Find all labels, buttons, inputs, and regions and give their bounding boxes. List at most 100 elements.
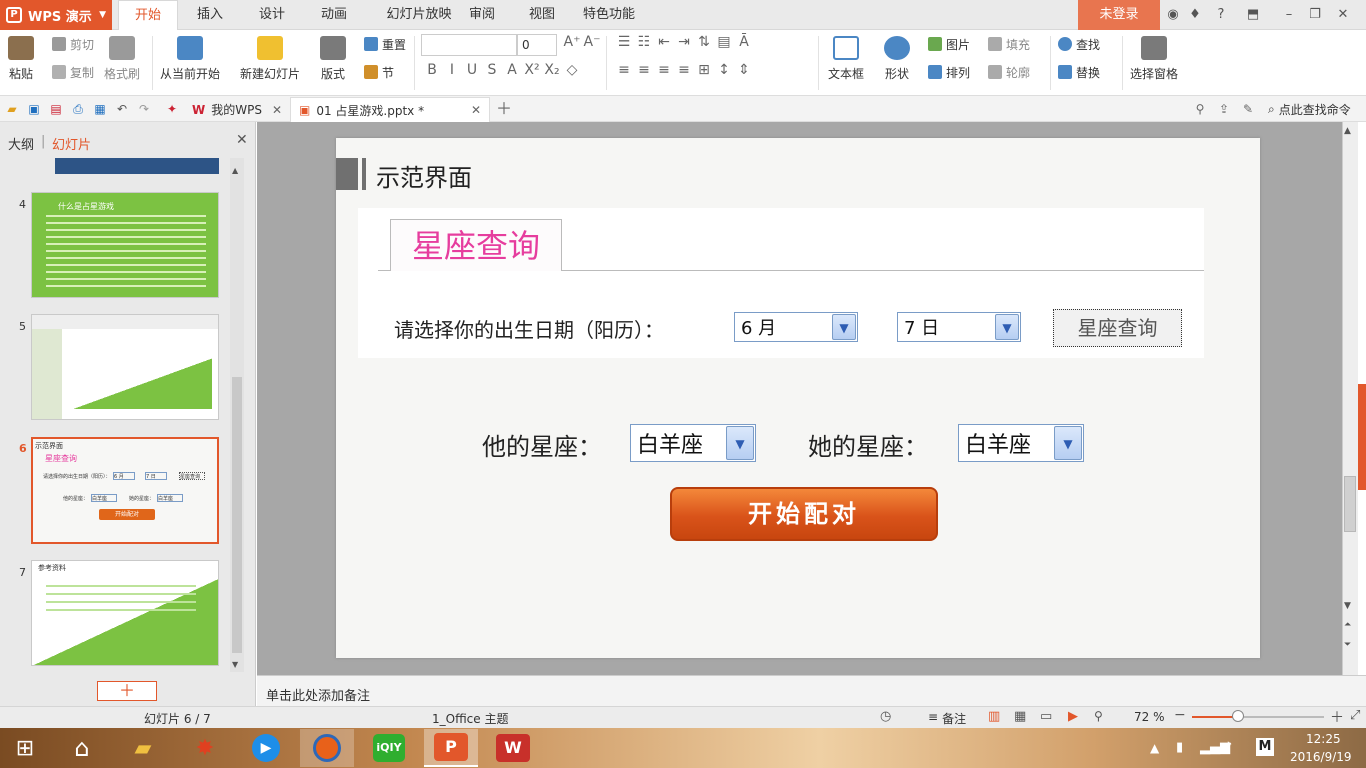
align-left-icon[interactable]: ≡ <box>614 62 634 78</box>
help-icon[interactable]: ? <box>1210 6 1232 24</box>
taskbar-wps[interactable]: W <box>486 729 540 767</box>
login-button[interactable]: 未登录 <box>1078 0 1160 30</box>
italic-icon[interactable]: I <box>442 62 462 78</box>
notes-area[interactable]: 单击此处添加备注 <box>257 675 1366 706</box>
align-center-icon[interactable]: ≡ <box>634 62 654 78</box>
normal-view-icon[interactable]: ▥ <box>988 709 1000 724</box>
align-right-icon[interactable]: ≡ <box>654 62 674 78</box>
columns-icon[interactable]: ▤ <box>714 34 734 50</box>
paste-button[interactable]: 粘贴 <box>8 36 34 82</box>
taskbar-explorer[interactable]: ▰ <box>116 729 170 767</box>
tray-device-icon[interactable]: ▮ <box>1176 740 1183 755</box>
open-folder-icon[interactable]: ▰ <box>4 101 20 117</box>
subscript-icon[interactable]: X₂ <box>542 62 562 78</box>
font-size-dropdown[interactable]: 0 <box>517 34 557 56</box>
print-icon[interactable]: ⎙ <box>70 101 86 117</box>
decrease-indent-icon[interactable]: ⇤ <box>654 34 674 50</box>
clear-format-icon[interactable]: ◇ <box>562 62 582 78</box>
bold-icon[interactable]: B <box>422 62 442 78</box>
volume-icon[interactable]: ♪ <box>1224 740 1232 755</box>
grow-font-icon[interactable]: A⁺ <box>562 34 582 50</box>
customize-icon[interactable]: ✦ <box>164 101 180 117</box>
document-tab[interactable]: ▣ 01 占星游戏.pptx * ✕ <box>290 97 490 122</box>
tab-slideshow[interactable]: 幻灯片放映 <box>372 0 466 30</box>
taskbar-iqiyi[interactable]: iQIY <box>362 729 416 767</box>
font-color-icon[interactable]: A <box>502 62 522 78</box>
zoom-level[interactable]: 72 % <box>1134 710 1165 724</box>
month-select[interactable]: 6 月 ▼ <box>734 312 858 342</box>
text-direction-icon[interactable]: ⇅ <box>694 34 714 50</box>
arrange-button[interactable]: 排列 <box>928 62 970 82</box>
close-icon[interactable]: ✕ <box>236 132 248 148</box>
slide-thumb-3-partial[interactable] <box>55 158 219 174</box>
taskbar-wps-presentation[interactable]: P <box>424 729 478 767</box>
add-slide-button[interactable]: ＋ <box>97 681 157 701</box>
selection-pane-button[interactable]: 选择窗格 <box>1130 36 1178 82</box>
new-tab-icon[interactable]: ＋ <box>496 101 512 117</box>
share-icon[interactable]: ⇪ <box>1216 101 1232 117</box>
numbered-list-icon[interactable]: ☷ <box>634 34 654 50</box>
fill-button[interactable]: 填充 <box>988 34 1030 54</box>
slideshow-icon[interactable]: ▶ <box>1068 709 1078 724</box>
shrink-font-icon[interactable]: A⁻ <box>582 34 602 50</box>
her-sign-select[interactable]: 白羊座 ▼ <box>958 424 1084 462</box>
justify-icon[interactable]: ≡ <box>674 62 694 78</box>
line-spacing-icon[interactable]: ↕ <box>714 62 734 78</box>
skin-icon[interactable]: ◉ <box>1164 6 1182 24</box>
tab-close-icon[interactable]: ✕ <box>272 103 282 117</box>
tab-design[interactable]: 设计 <box>248 0 296 30</box>
ime-indicator[interactable]: M <box>1256 738 1274 756</box>
reading-view-icon[interactable]: ▭ <box>1040 709 1052 724</box>
restore-icon[interactable]: ❐ <box>1306 6 1324 24</box>
slide-thumb-5[interactable] <box>31 314 219 420</box>
canvas-scrollbar[interactable] <box>1342 122 1358 675</box>
pointer-icon[interactable]: ⚲ <box>1094 709 1103 723</box>
canvas-scroll-thumb[interactable] <box>1344 476 1356 532</box>
panel-scroll-thumb[interactable] <box>232 377 242 653</box>
his-sign-select[interactable]: 白羊座 ▼ <box>630 424 756 462</box>
shirt-icon[interactable]: ♦ <box>1186 6 1204 24</box>
side-drawer-tab[interactable] <box>1358 384 1366 490</box>
distribute-icon[interactable]: ⊞ <box>694 62 714 78</box>
slide-6[interactable]: 示范界面 星座查询 请选择你的出生日期（阳历）： 6 月 ▼ 7 日 ▼ 星座查询 … <box>336 138 1260 658</box>
tab-features[interactable]: 特色功能 <box>578 0 640 30</box>
zoom-in-icon[interactable]: ＋ <box>1330 707 1344 727</box>
tab-close-icon[interactable]: ✕ <box>471 103 481 117</box>
zoom-out-icon[interactable]: − <box>1174 707 1186 723</box>
scroll-up-icon[interactable]: ▲ <box>1344 126 1351 136</box>
my-wps-tab[interactable]: W 我的WPS ✕ <box>184 97 290 122</box>
font-name-dropdown[interactable] <box>421 34 517 56</box>
fit-window-icon[interactable]: ⤢ <box>1350 708 1360 723</box>
taskbar-player[interactable]: ▶ <box>239 729 293 767</box>
slide-sorter-icon[interactable]: ▦ <box>1014 709 1026 724</box>
slide-thumb-4[interactable]: 什么是占星游戏 <box>31 192 219 298</box>
tab-view[interactable]: 视图 <box>518 0 566 30</box>
close-icon[interactable]: ✕ <box>1334 6 1352 24</box>
strike-icon[interactable]: S <box>482 62 502 78</box>
textbox-button[interactable]: 文本框 <box>828 36 864 82</box>
section-button[interactable]: 节 <box>364 62 394 82</box>
query-button[interactable]: 星座查询 <box>1053 309 1182 347</box>
zoom-slider-handle[interactable] <box>1232 710 1244 722</box>
cut-button[interactable]: 剪切 <box>52 34 94 54</box>
scroll-down-icon[interactable]: ▼ <box>232 660 238 669</box>
taskbar-app-paint[interactable]: ✸ <box>178 729 232 767</box>
panel-tab-outline[interactable]: 大纲 <box>8 134 34 153</box>
tab-insert[interactable]: 插入 <box>186 0 234 30</box>
comment-icon[interactable]: ✎ <box>1240 101 1256 117</box>
print-preview-icon[interactable]: ▦ <box>92 101 108 117</box>
clock-date[interactable]: 2016/9/19 <box>1290 750 1352 764</box>
zoom-slider[interactable] <box>1192 716 1324 718</box>
tray-chevron-icon[interactable]: ▲ <box>1150 741 1159 755</box>
replace-button[interactable]: 替换 <box>1058 62 1100 82</box>
reset-button[interactable]: 重置 <box>364 34 406 54</box>
format-painter-button[interactable]: 格式刷 <box>104 36 140 82</box>
para-spacing-icon[interactable]: ⇕ <box>734 62 754 78</box>
superscript-icon[interactable]: X² <box>522 62 542 78</box>
undo-icon[interactable]: ↶ <box>114 101 130 117</box>
scroll-down-icon[interactable]: ▼ <box>1344 601 1351 611</box>
find-button[interactable]: 查找 <box>1058 34 1100 54</box>
prev-slide-icon[interactable]: ⏶ <box>1344 620 1351 630</box>
next-slide-icon[interactable]: ⏷ <box>1344 640 1351 650</box>
redo-icon[interactable]: ↷ <box>136 101 152 117</box>
